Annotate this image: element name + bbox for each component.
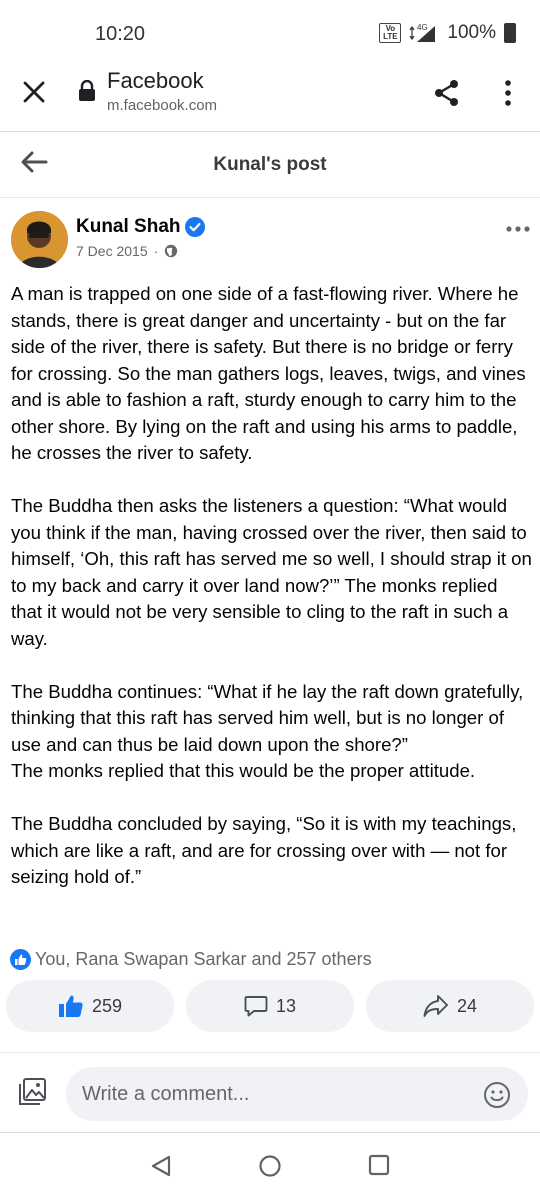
browser-toolbar: Facebook m.facebook.com [0, 62, 540, 132]
share-icon[interactable] [432, 78, 462, 108]
divider [0, 1052, 540, 1053]
emoji-icon[interactable] [483, 1081, 511, 1109]
author-name[interactable]: Kunal Shah [76, 216, 181, 238]
share-count: 24 [456, 995, 478, 1016]
status-time: 10:20 [95, 23, 146, 45]
share-arrow-icon [423, 995, 448, 1017]
comment-placeholder: Write a comment... [82, 1083, 250, 1105]
system-nav-bar [0, 1134, 540, 1199]
comment-input[interactable]: Write a comment... [66, 1067, 528, 1121]
comment-count: 13 [275, 995, 297, 1016]
meta-separator: · [153, 243, 159, 259]
post-date[interactable]: 7 Dec 2015 [76, 243, 148, 259]
like-count: 259 [91, 995, 123, 1016]
nav-back-icon[interactable] [150, 1154, 172, 1178]
signal-icon: 4G [409, 23, 436, 42]
nav-home-icon[interactable] [258, 1154, 282, 1178]
share-button[interactable]: 24 [366, 980, 534, 1032]
avatar[interactable] [11, 211, 68, 268]
more-vert-icon[interactable] [500, 78, 516, 108]
post-header: Kunal's post [0, 132, 540, 198]
post-body: A man is trapped on one side of a fast-f… [11, 281, 533, 917]
post-paragraph: The Buddha continues: “What if he lay th… [11, 680, 524, 782]
battery-icon [504, 23, 516, 43]
close-icon[interactable] [20, 78, 48, 106]
page-title: Kunal's post [213, 154, 327, 175]
site-title: Facebook [107, 68, 204, 93]
more-horiz-icon[interactable] [505, 225, 531, 233]
like-button[interactable]: 259 [6, 980, 174, 1032]
post-paragraph: The Buddha concluded by saying, “So it i… [11, 813, 517, 887]
globe-icon [165, 244, 178, 258]
post-paragraph: The Buddha then asks the listeners a que… [11, 495, 532, 649]
reactions-summary[interactable]: You, Rana Swapan Sarkar and 257 others [10, 949, 372, 970]
nav-recents-icon[interactable] [368, 1154, 390, 1176]
verified-icon [185, 217, 205, 237]
gallery-icon[interactable] [17, 1077, 47, 1107]
like-icon [58, 995, 83, 1017]
post-meta: 7 Dec 2015 · [76, 243, 178, 259]
battery-percent: 100% [447, 22, 496, 43]
avatar-image [11, 211, 68, 268]
like-badge-icon [10, 949, 31, 970]
comment-composer: Write a comment... [0, 1055, 540, 1133]
post-paragraph: A man is trapped on one side of a fast-f… [11, 283, 526, 463]
reactions-text: You, Rana Swapan Sarkar and 257 others [35, 949, 372, 969]
comment-icon [244, 996, 268, 1017]
status-bar: 10:20 Vo LTE 4G 100% [0, 0, 540, 62]
network-label: 4G [417, 23, 428, 32]
site-url: m.facebook.com [107, 97, 218, 114]
comment-button[interactable]: 13 [186, 980, 354, 1032]
status-indicators: Vo LTE 4G 100% [379, 22, 516, 44]
lock-icon [79, 80, 95, 101]
volte-icon: Vo LTE [379, 23, 402, 43]
